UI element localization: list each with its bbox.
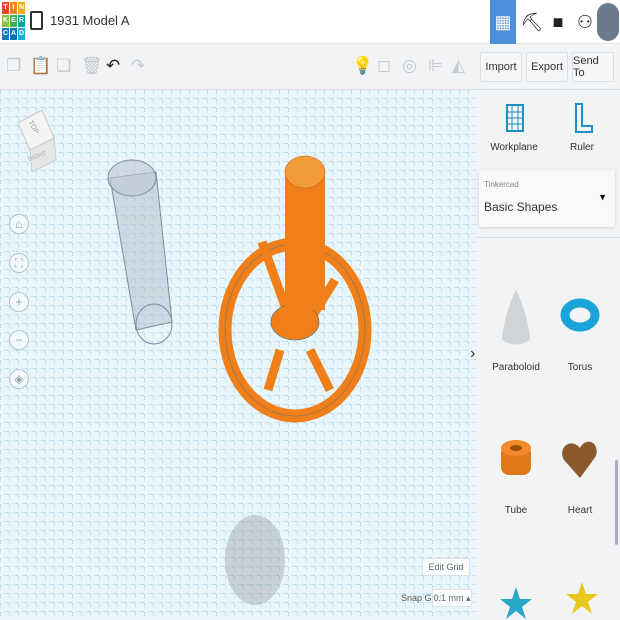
shapes-panel: Workplane Ruler Tinkercad Basic Shapes ▼…: [476, 90, 620, 620]
logo-letter: I: [10, 2, 17, 14]
import-button[interactable]: Import: [480, 52, 522, 82]
toolbar: ❐ 📋 ❏ 🗑 ↶ ↷ 💡 ◻ ◎ ⊫ ◭ Import Export Send…: [0, 44, 620, 90]
align-icon[interactable]: ⊫: [428, 56, 443, 76]
delete-icon[interactable]: 🗑: [81, 56, 103, 76]
heart-icon: [550, 430, 610, 490]
star-blue-icon: [498, 585, 534, 620]
logo-letter: A: [10, 28, 17, 40]
avatar[interactable]: [595, 0, 620, 44]
shape-paraboloid[interactable]: Paraboloid: [486, 285, 546, 375]
workplane-icon: [504, 102, 528, 134]
group-icon[interactable]: ◻: [377, 56, 391, 76]
panel-scrollbar[interactable]: [615, 460, 618, 545]
logo-letter: N: [18, 2, 25, 14]
shape-heart[interactable]: Heart: [550, 430, 610, 520]
ruler-button[interactable]: Ruler: [552, 100, 612, 160]
paraboloid-icon: [486, 285, 546, 350]
workplane-button[interactable]: Workplane: [484, 100, 544, 160]
library-value: Basic Shapes: [484, 200, 557, 214]
design-list-icon[interactable]: [30, 11, 43, 30]
logo-letter: C: [2, 28, 9, 40]
ruler-icon: [572, 102, 596, 134]
star-yellow-icon: [564, 580, 600, 620]
shape-label: Torus: [550, 362, 610, 373]
edit-grid-button[interactable]: Edit Grid: [422, 558, 470, 576]
mirror-icon[interactable]: ◭: [452, 56, 465, 76]
hole-cylinder[interactable]: [108, 160, 172, 344]
paste-icon[interactable]: 📋: [30, 56, 51, 76]
shape-library-dropdown[interactable]: Tinkercad Basic Shapes ▼: [479, 170, 615, 227]
send-to-button[interactable]: Send To: [572, 52, 614, 82]
logo-letter: T: [2, 2, 9, 14]
ungroup-icon[interactable]: ◎: [402, 56, 417, 76]
redo-icon[interactable]: ↷: [131, 56, 145, 76]
copy-icon[interactable]: ❐: [6, 56, 21, 76]
torus-icon: [550, 285, 610, 350]
tinkercad-logo[interactable]: TINKERCAD: [2, 2, 25, 40]
undo-icon[interactable]: ↶: [106, 56, 120, 76]
ruler-label: Ruler: [552, 142, 612, 153]
logo-letter: K: [2, 15, 9, 27]
workplane-label: Workplane: [484, 142, 544, 153]
shape-torus[interactable]: Torus: [550, 285, 610, 375]
light-bulb-icon[interactable]: 💡: [352, 56, 373, 76]
snap-grid-select[interactable]: 0.1 mm ▴: [432, 589, 472, 607]
library-label: Tinkercad: [484, 180, 519, 189]
shape-tube[interactable]: Tube: [486, 430, 546, 520]
shape-label: Paraboloid: [486, 362, 546, 373]
collapse-panel-button[interactable]: ›: [470, 345, 475, 363]
grid-view-icon[interactable]: ▦: [490, 0, 516, 44]
design-title[interactable]: 1931 Model A: [50, 13, 130, 28]
steering-wheel[interactable]: [225, 156, 365, 416]
snap-grid-value: 0.1 mm: [433, 593, 463, 603]
bricks-icon[interactable]: ■: [543, 0, 573, 44]
logo-letter: R: [18, 15, 25, 27]
logo-letter: D: [18, 28, 25, 40]
export-button[interactable]: Export: [526, 52, 568, 82]
shape-label: Tube: [486, 505, 546, 516]
shape-label: Heart: [550, 505, 610, 516]
top-bar: TINKERCAD 1931 Model A ▦ ⛏ ■ ⚇: [0, 0, 620, 44]
logo-letter: E: [10, 15, 17, 27]
shadow: [225, 515, 285, 605]
tube-icon: [486, 430, 546, 490]
duplicate-icon[interactable]: ❏: [56, 56, 71, 76]
chevron-down-icon: ▼: [598, 192, 607, 202]
workplane-canvas[interactable]: TOP RIGHT ⌂ ⛶ + − ◈ Edit Grid Snap Grid …: [0, 90, 476, 620]
